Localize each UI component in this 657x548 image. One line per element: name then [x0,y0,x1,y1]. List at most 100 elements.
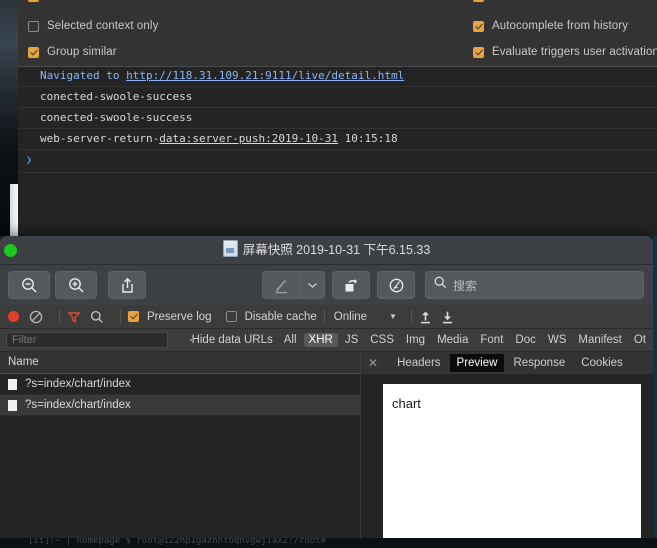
console-log-prefix: web-server-return- [40,132,160,145]
quicklook-window-title: 屏幕快照 2019-10-31 下午6.15.33 [0,236,653,264]
type-filter-css[interactable]: CSS [365,333,399,347]
type-filter-js[interactable]: JS [340,333,363,347]
console-message-log-2: conected-swoole-success [18,108,657,129]
network-detail-pane: ✕ Headers Preview Response Cookies chart [361,352,653,548]
markup-pen-icon [273,277,290,294]
quicklook-search-placeholder: 搜索 [453,278,478,293]
checkbox-unchecked-icon[interactable] [225,311,237,322]
markup-button[interactable] [262,271,300,299]
network-preview-area: chart [361,374,653,548]
console-setting-selected-context-only[interactable]: Selected context only [28,14,158,38]
tab-response[interactable]: Response [506,354,572,372]
quicklook-search-field[interactable]: 搜索 [425,271,644,299]
quicklook-title-text: 屏幕快照 2019-10-31 下午6.15.33 [242,243,431,257]
zoom-out-icon [21,277,38,294]
rotate-icon [343,277,360,294]
markup-dropdown-button[interactable] [300,271,325,299]
type-filter-img[interactable]: Img [401,333,430,347]
type-filter-font[interactable]: Font [475,333,508,347]
rotate-button[interactable] [332,271,370,299]
console-log-text: conected-swoole-success [40,90,193,103]
checkbox-checked-icon[interactable] [473,20,484,32]
clear-icon[interactable] [29,310,43,324]
checkbox-unchecked-icon[interactable] [28,20,39,32]
console-setting-selected-context-only-label: Selected context only [47,20,159,32]
close-icon[interactable]: ✕ [368,357,378,369]
console-navigated-url[interactable]: http://118.31.109.21:9111/live/detail.ht… [126,69,404,82]
filter-funnel-icon[interactable] [67,310,81,324]
zoom-in-icon [68,277,85,294]
checkbox-checked-icon[interactable] [28,46,39,58]
type-filter-manifest[interactable]: Manifest [573,333,626,347]
file-icon [8,399,17,411]
checkbox-checked-icon[interactable] [473,46,484,58]
quicklook-window: 屏幕快照 2019-10-31 下午6.15.33 搜索 Preserve lo… [0,236,653,548]
console-log-data-uri[interactable]: data:server-push:2019-10-31 [159,132,338,145]
tab-headers[interactable]: Headers [390,354,447,372]
type-filter-doc[interactable]: Doc [510,333,540,347]
toolbar-divider [59,309,60,324]
console-setting-autocomplete-from-history-label: Autocomplete from history [492,20,629,32]
type-filter-other[interactable]: Ot [629,333,651,347]
chevron-down-icon[interactable]: ▼ [389,312,397,321]
console-setting-evaluate-triggers-user-activation[interactable]: Evaluate triggers user activation [473,40,657,64]
record-dot-icon[interactable] [8,311,19,322]
zoom-in-button[interactable] [55,271,97,299]
console-setting-group-similar-label: Group similar [47,46,117,58]
console-log-timestamp: 10:15:18 [338,132,398,145]
console-log-text: conected-swoole-success [40,111,193,124]
quicklook-toolbar: 搜索 [0,265,653,306]
console-setting-autocomplete-from-history[interactable]: Autocomplete from history [473,14,628,38]
console-setting-group-similar[interactable]: Group similar [28,40,117,64]
console-navigated-label: Navigated to [40,69,127,82]
background-terminal-text: [ii]:~ | nomepage $ root@iZ2hp1gazhhtoqh… [28,538,327,546]
preserve-log-checkbox[interactable]: Preserve log [128,305,212,329]
document-icon [222,240,238,257]
type-filter-xhr[interactable]: XHR [303,333,338,347]
devtools-console-panel: Selected context only Group similar Auto… [18,0,657,251]
type-filter-all[interactable]: All [279,333,302,347]
network-list-column-header[interactable]: Name [0,352,360,374]
preserve-log-label: Preserve log [147,310,212,323]
type-filter-media[interactable]: Media [432,333,473,347]
checkbox-checked-icon[interactable] [28,0,39,2]
console-setting-partial-right[interactable] [473,0,492,8]
download-arrow-icon[interactable] [441,310,454,324]
tab-preview[interactable]: Preview [449,354,505,372]
type-filter-ws[interactable]: WS [543,333,572,347]
hide-data-urls-checkbox[interactable]: Hide data URLs [189,334,273,346]
resource-type-filters: All XHR JS CSS Img Media Font Doc WS Man… [279,333,653,347]
checkbox-checked-icon[interactable] [473,0,484,2]
request-name: ?s=index/chart/index [25,378,131,390]
background-terminal-strip: [ii]:~ | nomepage $ root@iZ2hp1gazhhtoqh… [0,538,657,548]
preview-body-text: chart [392,396,421,411]
toolbar-divider [120,309,121,324]
throttling-select[interactable]: Online [334,311,367,323]
share-icon [120,277,135,294]
console-message-navigation: Navigated to http://118.31.109.21:9111/l… [18,66,657,87]
devtools-network-panel: Preserve log Disable cache Online ▼ Hide [0,305,653,548]
tab-cookies[interactable]: Cookies [574,354,630,372]
checkbox-checked-icon[interactable] [128,311,139,322]
table-row[interactable]: ?s=index/chart/index [0,395,360,416]
toolbar-divider [323,309,325,324]
annotate-button[interactable] [377,271,415,299]
table-row[interactable]: ?s=index/chart/index [0,374,360,395]
quicklook-titlebar[interactable]: 屏幕快照 2019-10-31 下午6.15.33 [0,236,653,265]
zoom-out-button[interactable] [8,271,50,299]
annotate-icon [388,277,405,294]
search-icon[interactable] [90,310,104,324]
console-settings-pane: Selected context only Group similar Auto… [18,0,657,67]
console-setting-partial-left[interactable] [28,0,47,8]
console-message-list: Navigated to http://118.31.109.21:9111/l… [18,66,657,251]
network-body: Name ?s=index/chart/index ?s=index/chart… [0,352,653,548]
hide-data-urls-label: Hide data URLs [191,334,273,346]
upload-arrow-icon[interactable] [419,310,432,324]
filter-input[interactable] [6,332,168,348]
file-icon [8,378,17,390]
toolbar-divider [410,309,412,324]
console-input-prompt[interactable] [18,150,657,173]
disable-cache-checkbox[interactable]: Disable cache [225,305,317,329]
share-button[interactable] [108,271,146,299]
search-icon [434,276,447,294]
